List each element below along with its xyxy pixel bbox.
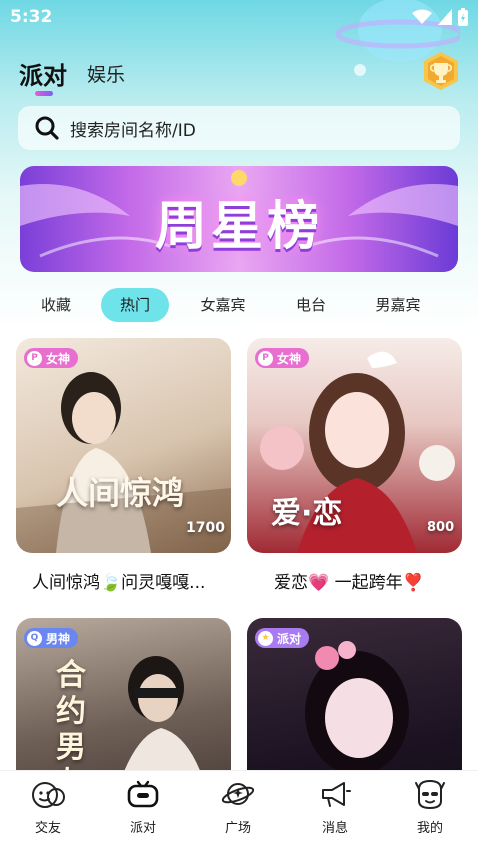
cover-number-text: 800 — [427, 520, 455, 535]
active-tab-indicator — [35, 91, 53, 96]
wifi-icon — [412, 9, 432, 24]
room-title[interactable]: 人间惊鸿🍃问灵嘎嘎... — [32, 568, 205, 593]
message-megaphone-icon — [322, 782, 351, 807]
badge-icon: P — [27, 350, 42, 366]
tab-entertainment[interactable]: 娱乐 — [87, 60, 125, 87]
signal-icon — [438, 9, 452, 25]
filter-female-guest[interactable]: 女嘉宾 — [190, 288, 256, 322]
badge-label: 女神 — [277, 351, 302, 366]
cover-title-text: 人间惊鸿 — [56, 474, 185, 512]
badge-label: 女神 — [46, 351, 71, 366]
nav-label: 交友 — [34, 821, 61, 836]
nav-label: 广场 — [224, 821, 251, 836]
badge-party: ★ 派对 — [255, 628, 310, 648]
nav-profile[interactable]: 我的 — [400, 777, 460, 836]
make-friends-icon — [32, 782, 65, 808]
search-placeholder: 搜索房间名称/ID — [70, 120, 196, 141]
battery-icon — [458, 8, 468, 26]
nav-messages[interactable]: 消息 — [305, 777, 365, 836]
party-gamepad-icon — [127, 780, 159, 808]
badge-label: 男神 — [46, 631, 71, 646]
status-time: 5:32 — [10, 7, 53, 27]
cover-number-text: 1700 — [186, 520, 225, 536]
badge-icon: Q — [27, 630, 42, 646]
nav-label: 消息 — [321, 821, 348, 836]
room-title[interactable]: 爱恋💗 一起跨年❣️ — [274, 568, 424, 593]
nav-label: 我的 — [416, 821, 443, 836]
badge-god: Q 男神 — [24, 628, 79, 648]
filter-favorites[interactable]: 收藏 — [30, 288, 82, 322]
badge-icon: P — [258, 350, 273, 366]
room-card[interactable]: P 女神 人间惊鸿 1700 — [16, 338, 231, 553]
bottom-navigation: 交友 派对 广场 消息 我的 — [0, 770, 478, 850]
top-tabs: 派对 娱乐 — [0, 48, 478, 98]
filter-hot[interactable]: 热门 — [101, 288, 169, 322]
cover-title-text: 爱·恋 — [271, 496, 343, 531]
filter-radio[interactable]: 电台 — [285, 288, 337, 322]
badge-label: 派对 — [277, 631, 302, 646]
trophy-icon[interactable] — [421, 51, 461, 91]
nav-plaza[interactable]: 广场 — [208, 777, 268, 836]
banner-title: 周星榜 — [154, 197, 323, 257]
profile-avatar-icon — [415, 779, 445, 810]
plaza-planet-icon — [221, 783, 255, 805]
status-bar: 5:32 — [0, 0, 478, 34]
star-icon: ★ — [258, 630, 273, 646]
badge-goddess: P 女神 — [255, 348, 310, 368]
nav-make-friends[interactable]: 交友 — [18, 777, 78, 836]
nav-label: 派对 — [129, 821, 156, 836]
search-bar[interactable]: 搜索房间名称/ID — [18, 106, 460, 150]
weekly-star-banner[interactable]: 周星榜 — [20, 166, 458, 272]
search-icon — [35, 116, 59, 140]
status-icons — [412, 8, 468, 26]
tab-party[interactable]: 派对 — [19, 56, 67, 91]
room-card[interactable]: P 女神 爱·恋 800 — [247, 338, 462, 553]
filter-male-guest[interactable]: 男嘉宾 — [364, 288, 432, 322]
nav-party[interactable]: 派对 — [113, 777, 173, 836]
category-filters: 收藏 热门 女嘉宾 电台 男嘉宾 — [0, 288, 478, 324]
badge-goddess: P 女神 — [24, 348, 79, 368]
